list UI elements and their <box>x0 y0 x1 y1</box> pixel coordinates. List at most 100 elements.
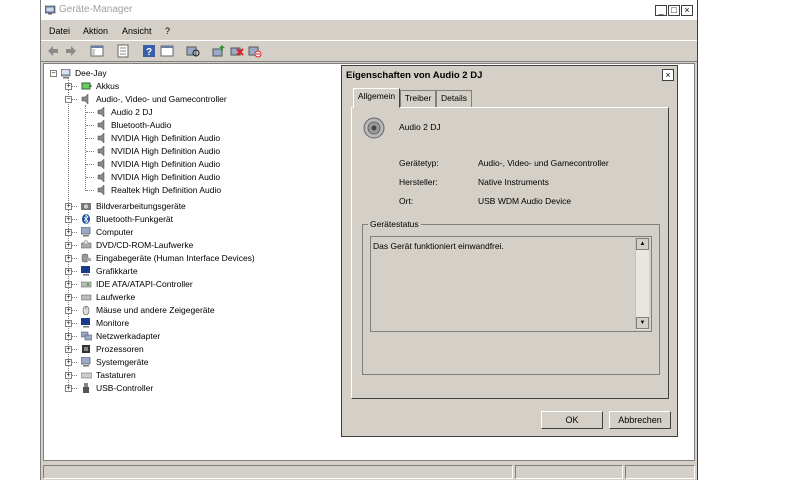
cancel-button[interactable]: Abbrechen <box>609 411 671 429</box>
expand-monitore[interactable]: + <box>65 320 72 327</box>
bluetooth-icon <box>82 214 90 224</box>
toolbar: ? <box>41 40 697 62</box>
tree-item-bildverarbeitung[interactable]: Bildverarbeitungsgeräte <box>96 200 186 213</box>
show-hide-tree-icon[interactable] <box>90 44 104 58</box>
close-button[interactable]: × <box>681 5 693 16</box>
menu-ansicht[interactable]: Ansicht <box>122 26 152 36</box>
speaker-icon <box>81 94 89 104</box>
expand-usb[interactable]: + <box>65 385 72 392</box>
tree-item-laufwerke[interactable]: Laufwerke <box>96 291 135 304</box>
tree-item-maeuse[interactable]: Mäuse und andere Zeigegeräte <box>96 304 215 317</box>
tab-treiber[interactable]: Treiber <box>400 90 436 107</box>
update-driver-icon[interactable] <box>212 44 226 58</box>
system-icon <box>81 357 91 367</box>
uninstall-icon[interactable] <box>230 44 244 58</box>
expand-bluetooth[interactable]: + <box>65 216 72 223</box>
scroll-up-arrow-icon[interactable]: ▲ <box>636 238 649 250</box>
ok-button[interactable]: OK <box>541 411 603 429</box>
menu-bar: Datei Aktion Ansicht ? <box>41 22 697 40</box>
forward-arrow-icon[interactable] <box>64 44 78 58</box>
drive-icon <box>81 294 92 301</box>
dialog-title-bar[interactable]: Eigenschaften von Audio 2 DJ × <box>342 66 677 84</box>
dialog-close-button[interactable]: × <box>662 69 674 81</box>
keyboard-icon <box>81 372 92 379</box>
tree-item-hid[interactable]: Eingabegeräte (Human Interface Devices) <box>96 252 255 265</box>
title-bar[interactable]: Geräte-Manager _ □ × <box>41 0 697 20</box>
network-icon <box>81 331 92 341</box>
tree-item-audio-2-dj[interactable]: Audio 2 DJ <box>111 106 153 119</box>
tree-item-akkus[interactable]: Akkus <box>96 80 119 93</box>
window-title: Geräte-Manager <box>59 4 133 15</box>
tree-item-nvidia-audio[interactable]: NVIDIA High Definition Audio <box>111 158 220 171</box>
tab-allgemein[interactable]: Allgemein <box>353 88 400 108</box>
root-collapse-toggle[interactable]: − <box>50 70 57 77</box>
expand-netzwerk[interactable]: + <box>65 333 72 340</box>
menu-datei[interactable]: Datei <box>49 26 70 36</box>
tab-details[interactable]: Details <box>436 90 472 107</box>
device-type-value: Audio-, Video- und Gamecontroller <box>478 158 609 168</box>
speaker-icon <box>97 159 105 169</box>
tree-item-tastaturen[interactable]: Tastaturen <box>96 369 136 382</box>
speaker-icon <box>97 172 105 182</box>
expand-akkus[interactable]: + <box>65 83 72 90</box>
expand-maeuse[interactable]: + <box>65 307 72 314</box>
disable-device-icon[interactable] <box>248 44 262 58</box>
tree-item-usb[interactable]: USB-Controller <box>96 382 153 395</box>
dialog-title: Eigenschaften von Audio 2 DJ <box>346 70 483 81</box>
tree-item-computer[interactable]: Computer <box>96 226 133 239</box>
minimize-button[interactable]: _ <box>655 5 667 16</box>
tree-item-system[interactable]: Systemgeräte <box>96 356 148 369</box>
tree-item-nvidia-audio[interactable]: NVIDIA High Definition Audio <box>111 132 220 145</box>
computer-icon <box>81 227 91 237</box>
speaker-icon <box>97 120 105 130</box>
expand-hid[interactable]: + <box>65 255 72 262</box>
device-type-label: Gerätetyp: <box>399 158 439 168</box>
tree-item-netzwerk[interactable]: Netzwerkadapter <box>96 330 160 343</box>
expand-tastaturen[interactable]: + <box>65 372 72 379</box>
expand-grafikkarte[interactable]: + <box>65 268 72 275</box>
tree-item-prozessoren[interactable]: Prozessoren <box>96 343 144 356</box>
tree-item-nvidia-audio[interactable]: NVIDIA High Definition Audio <box>111 171 220 184</box>
properties-dialog: Eigenschaften von Audio 2 DJ × Allgemein… <box>341 65 678 437</box>
properties-icon[interactable] <box>116 44 130 58</box>
expand-computer[interactable]: + <box>65 229 72 236</box>
menu-help[interactable]: ? <box>165 26 170 36</box>
camera-icon <box>81 203 91 210</box>
tree-item-ide[interactable]: IDE ATA/ATAPI-Controller <box>96 278 193 291</box>
expand-ide[interactable]: + <box>65 281 72 288</box>
collapse-audio[interactable]: − <box>65 96 72 103</box>
tree-item-audio[interactable]: Audio-, Video- und Gamecontroller <box>96 93 227 106</box>
speaker-icon <box>97 107 105 117</box>
expand-laufwerke[interactable]: + <box>65 294 72 301</box>
tree-item-dvd[interactable]: DVD/CD-ROM-Laufwerke <box>96 239 193 252</box>
scroll-down-arrow-icon[interactable]: ▼ <box>636 317 649 329</box>
location-label: Ort: <box>399 196 414 206</box>
expand-dvd[interactable]: + <box>65 242 72 249</box>
speaker-icon <box>97 146 105 156</box>
menu-aktion[interactable]: Aktion <box>83 26 108 36</box>
expand-prozessoren[interactable]: + <box>65 346 72 353</box>
display-adapter-icon <box>81 266 90 276</box>
tree-root-label[interactable]: Dee-Jay <box>75 67 107 80</box>
battery-icon <box>81 82 92 90</box>
scan-hardware-icon[interactable] <box>186 44 200 58</box>
maximize-button[interactable]: □ <box>668 5 680 16</box>
tree-item-nvidia-audio[interactable]: NVIDIA High Definition Audio <box>111 145 220 158</box>
window-icon[interactable] <box>160 44 174 58</box>
back-arrow-icon[interactable] <box>46 44 60 58</box>
expand-bildverarbeitung[interactable]: + <box>65 203 72 210</box>
manufacturer-value: Native Instruments <box>478 177 549 187</box>
device-manager-icon <box>45 5 56 15</box>
help-icon[interactable]: ? <box>142 44 156 58</box>
tree-item-grafikkarte[interactable]: Grafikkarte <box>96 265 138 278</box>
tree-item-bluetooth-audio[interactable]: Bluetooth-Audio <box>111 119 172 132</box>
status-scrollbar[interactable]: ▲ ▼ <box>635 238 649 330</box>
expand-system[interactable]: + <box>65 359 72 366</box>
tree-item-monitore[interactable]: Monitore <box>96 317 129 330</box>
speaker-icon <box>97 185 105 195</box>
manufacturer-label: Hersteller: <box>399 177 438 187</box>
status-segment <box>515 465 623 479</box>
tree-item-bluetooth[interactable]: Bluetooth-Funkgerät <box>96 213 173 226</box>
status-segment <box>43 465 513 479</box>
tree-item-realtek-audio[interactable]: Realtek High Definition Audio <box>111 184 221 197</box>
